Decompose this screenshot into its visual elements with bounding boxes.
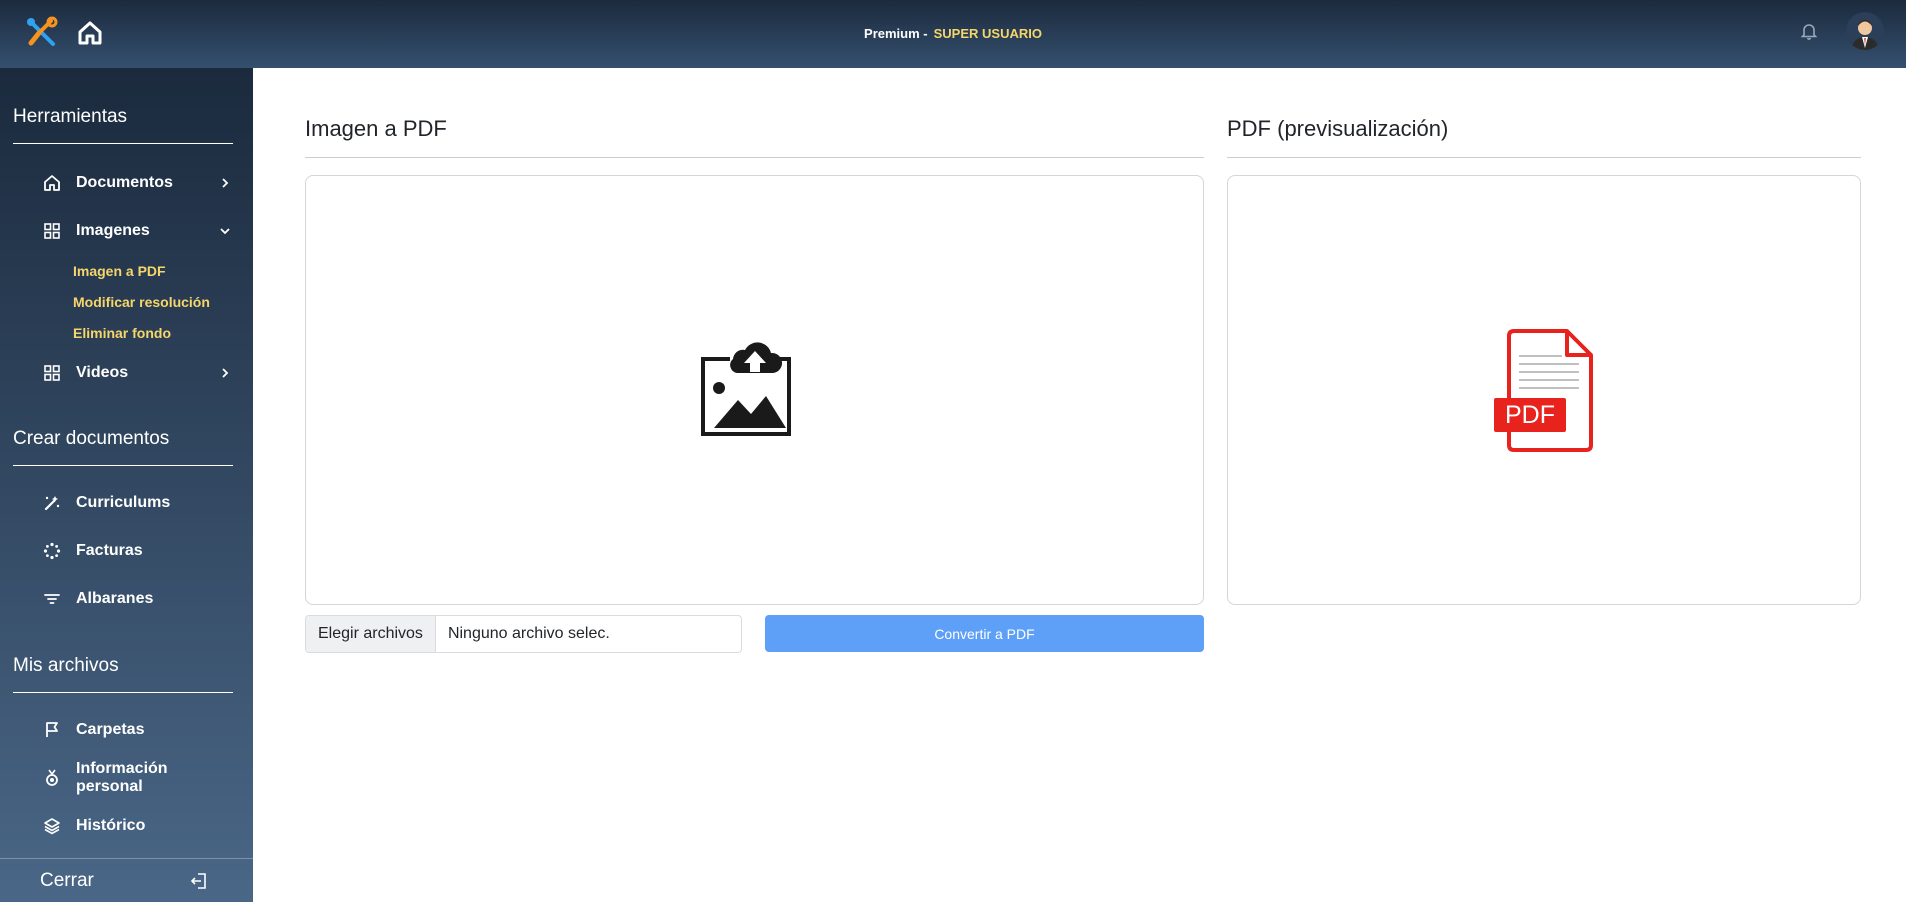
sidebar-item-historico[interactable]: Histórico [42,811,232,841]
home-icon [42,173,62,193]
sidebar-subitem-imagen-a-pdf[interactable]: Imagen a PDF [73,263,166,279]
sidebar-item-imagenes[interactable]: Imagenes [42,216,232,246]
bell-icon[interactable] [1798,20,1820,42]
sidebar-item-label: Videos [76,364,129,381]
grid-icon [42,363,62,383]
image-dropzone[interactable] [305,175,1204,605]
section-divider [13,143,233,144]
title-divider [1227,157,1861,158]
sidebar-item-label: Albaranes [76,590,154,607]
sidebar-subitem-modificar-resolucion[interactable]: Modificar resolución [73,294,210,310]
account-status: Premium - SUPER USUARIO [0,26,1906,41]
section-divider [13,692,233,693]
file-status: Ninguno archivo selec. [447,625,610,642]
preview-title: PDF (previsualización) [1227,116,1449,141]
choose-files-button[interactable]: Elegir archivos [306,616,436,652]
grid-icon [42,221,62,241]
sidebar-subitem-eliminar-fondo[interactable]: Eliminar fondo [73,325,171,341]
layers-icon [42,816,62,836]
section-divider [13,465,233,466]
convert-to-pdf-button[interactable]: Convertir a PDF [765,615,1204,652]
logout-icon [189,871,209,891]
sidebar-item-albaranes[interactable]: Albaranes [42,584,232,614]
sidebar-item-label: Histórico [76,817,146,834]
sidebar-item-label: Carpetas [76,721,145,738]
title-divider [305,157,1204,158]
top-bar: Premium - SUPER USUARIO [0,0,1906,68]
sidebar-item-facturas[interactable]: Facturas [42,536,232,566]
sidebar-item-label: Información personal [76,760,168,795]
magic-wand-icon [42,493,62,513]
plan-label: Premium - [864,26,928,41]
sidebar-item-carpetas[interactable]: Carpetas [42,715,232,745]
logout-button[interactable]: Cerrar [0,858,253,902]
page-title: Imagen a PDF [305,116,447,141]
sidebar-item-label: Imagenes [76,222,150,239]
chevron-down-icon [218,224,232,238]
sidebar-item-videos[interactable]: Videos [42,358,232,388]
sidebar-item-documentos[interactable]: Documentos [42,168,232,198]
sidebar-item-curriculums[interactable]: Curriculums [42,488,232,518]
avatar[interactable] [1846,12,1884,50]
chevron-right-icon [218,366,232,380]
chevron-right-icon [218,176,232,190]
section-title-mis-archivos: Mis archivos [13,655,119,676]
loader-icon [42,541,62,561]
sidebar-item-label: Documentos [76,174,173,191]
image-upload-icon [700,338,810,443]
file-input[interactable]: Elegir archivos Ninguno archivo selec. [305,615,742,653]
sidebar-item-label: Curriculums [76,494,171,511]
section-title-crear-documentos: Crear documentos [13,428,170,449]
pdf-badge-label: PDF [1505,400,1555,429]
filter-icon [42,589,62,609]
sidebar: Herramientas Documentos Imagenes Imagen … [0,68,253,902]
pdf-file-icon: PDF [1492,328,1602,459]
role-label: SUPER USUARIO [933,26,1042,41]
logout-label: Cerrar [40,869,94,891]
sidebar-item-label: Facturas [76,542,143,559]
pdf-preview-panel: PDF [1227,175,1861,605]
flag-icon [42,720,62,740]
section-title-herramientas: Herramientas [13,106,128,127]
sidebar-item-informacion-personal[interactable]: Información personal [42,760,232,795]
medal-icon [42,768,62,788]
